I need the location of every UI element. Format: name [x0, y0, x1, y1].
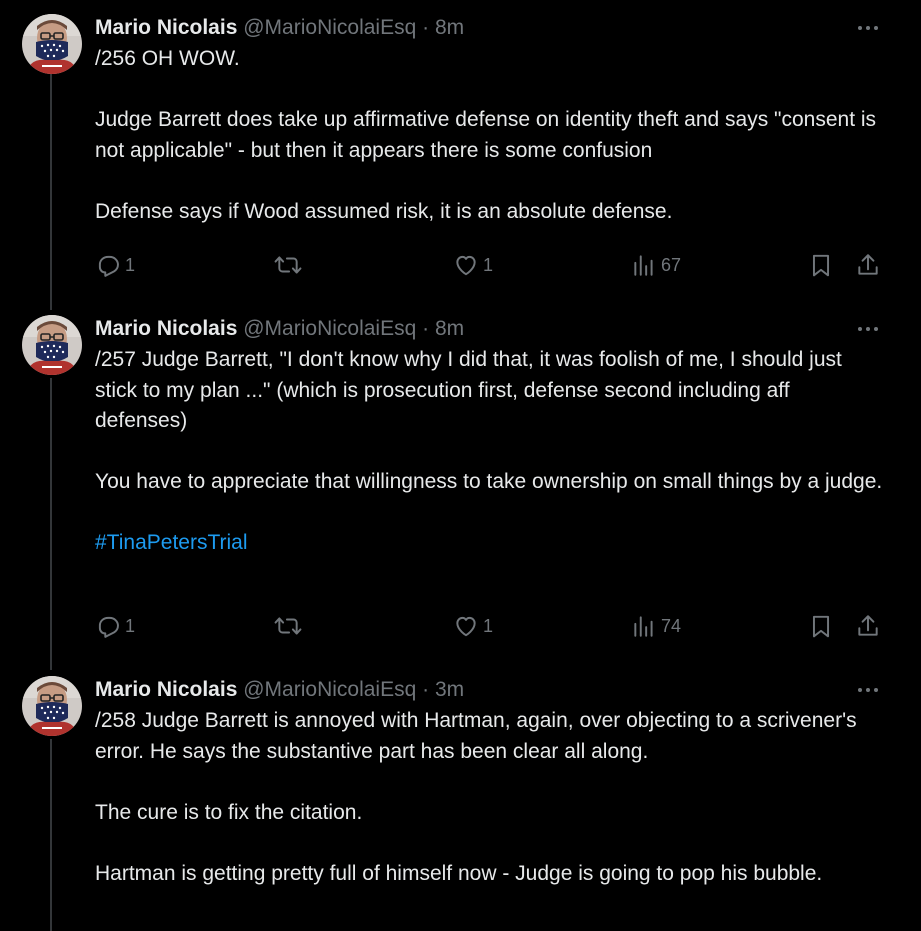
like-button[interactable]: 1: [453, 611, 493, 641]
reply-button[interactable]: 1: [95, 611, 135, 641]
tweet-paragraph: Judge Barrett does take up affirmative d…: [95, 108, 877, 162]
author-handle[interactable]: @MarioNicolaiEsq: [243, 317, 416, 340]
avatar[interactable]: [22, 14, 82, 74]
action-bar: 1 1 74: [95, 611, 895, 641]
action-bar: 1 1 67: [95, 250, 895, 280]
tweet[interactable]: Mario Nicolais @MarioNicolaiEsq · 8m /25…: [0, 14, 921, 304]
timestamp[interactable]: 3m: [435, 678, 464, 701]
tweet-paragraph: /256 OH WOW.: [95, 47, 240, 70]
share-icon: [858, 615, 878, 636]
author-handle[interactable]: @MarioNicolaiEsq: [243, 16, 416, 39]
share-button[interactable]: [855, 611, 881, 641]
share-button[interactable]: [855, 250, 881, 280]
tweet-header: Mario Nicolais @MarioNicolaiEsq · 3m: [95, 676, 885, 704]
views-count: 67: [661, 254, 682, 275]
hashtag-paragraph: #TinaPetersTrial: [95, 528, 885, 559]
tweet-paragraph: The cure is to fix the citation.: [95, 800, 363, 824]
like-count: 1: [483, 615, 494, 636]
share-icon: [858, 254, 878, 275]
reply-icon: [98, 255, 119, 277]
bookmark-button[interactable]: [808, 250, 834, 280]
tweet-header: Mario Nicolais @MarioNicolaiEsq · 8m: [95, 14, 885, 42]
timestamp[interactable]: 8m: [435, 317, 464, 340]
more-icon[interactable]: [855, 319, 881, 347]
repost-button[interactable]: [273, 611, 307, 641]
separator-dot: ·: [422, 678, 430, 701]
repost-icon: [274, 256, 302, 274]
views-button[interactable]: 74: [631, 611, 681, 641]
bookmark-button[interactable]: [808, 611, 834, 641]
like-count: 1: [483, 254, 494, 275]
views-count: 74: [661, 615, 682, 636]
separator-dot: ·: [422, 317, 430, 340]
reply-count: 1: [125, 254, 136, 275]
more-icon[interactable]: [855, 18, 881, 46]
tweet-paragraph: /257 Judge Barrett, "I don't know why I …: [95, 348, 842, 432]
views-icon: [634, 616, 653, 637]
author-name[interactable]: Mario Nicolais: [95, 16, 237, 39]
repost-icon: [274, 617, 302, 635]
tweet-text: /258 Judge Barrett is annoyed with Hartm…: [95, 706, 885, 889]
reply-count: 1: [125, 615, 136, 636]
timestamp[interactable]: 8m: [435, 16, 464, 39]
views-button[interactable]: 67: [631, 250, 681, 280]
bookmark-icon: [812, 615, 830, 638]
reply-button[interactable]: 1: [95, 250, 135, 280]
hashtag-link[interactable]: #TinaPetersTrial: [95, 531, 248, 554]
more-icon[interactable]: [855, 680, 881, 708]
like-button[interactable]: 1: [453, 250, 493, 280]
reply-icon: [98, 616, 119, 638]
tweet-text: /256 OH WOW. Judge Barrett does take up …: [95, 44, 885, 227]
tweet[interactable]: Mario Nicolais @MarioNicolaiEsq · 3m /25…: [0, 676, 921, 931]
separator-dot: ·: [422, 16, 430, 39]
repost-button[interactable]: [273, 250, 307, 280]
tweet-paragraph: You have to appreciate that willingness …: [95, 470, 883, 493]
bookmark-icon: [812, 254, 830, 277]
tweet-paragraph: Hartman is getting pretty full of himsel…: [95, 861, 823, 885]
views-icon: [634, 255, 653, 276]
heart-icon: [456, 255, 476, 276]
author-name[interactable]: Mario Nicolais: [95, 678, 237, 701]
tweet-text: /257 Judge Barrett, "I don't know why I …: [95, 345, 885, 559]
author-handle[interactable]: @MarioNicolaiEsq: [243, 678, 416, 701]
tweet[interactable]: Mario Nicolais @MarioNicolaiEsq · 8m /25…: [0, 315, 921, 665]
avatar[interactable]: [22, 676, 82, 736]
tweet-header: Mario Nicolais @MarioNicolaiEsq · 8m: [95, 315, 885, 343]
avatar[interactable]: [22, 315, 82, 375]
tweet-paragraph: Defense says if Wood assumed risk, it is…: [95, 199, 673, 223]
tweet-paragraph: /258 Judge Barrett is annoyed with Hartm…: [95, 709, 857, 763]
heart-icon: [456, 616, 476, 637]
author-name[interactable]: Mario Nicolais: [95, 317, 237, 340]
